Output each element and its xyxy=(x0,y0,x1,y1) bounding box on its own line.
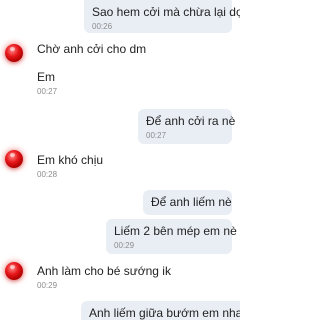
message-incoming[interactable]: Chờ anh cởi cho dm xyxy=(29,37,149,61)
message-text: Anh liếm giữa bướm em nha xyxy=(89,306,240,320)
message-text: Anh làm cho bé sướng ik xyxy=(37,264,171,278)
message-outgoing[interactable]: Liếm 2 bên mép em nè 00:29 xyxy=(106,219,237,254)
contact-avatar[interactable] xyxy=(5,44,23,62)
message-text: Sao hem cởi mà chừa lại dợ xyxy=(92,5,240,19)
message-text: Em khó chịu xyxy=(37,153,104,167)
message-time: 00:29 xyxy=(37,281,58,290)
message-text: Liếm 2 bên mép em nè xyxy=(114,224,237,238)
message-incoming[interactable]: Em khó chịu 00:28 xyxy=(29,148,119,184)
message-text: Em xyxy=(37,70,55,84)
contact-avatar[interactable] xyxy=(5,150,23,168)
message-outgoing[interactable]: Để anh cởi ra nè 00:27 xyxy=(138,109,236,144)
message-outgoing[interactable]: Sao hem cởi mà chừa lại dợ 00:26 xyxy=(84,0,240,33)
message-time: 00:26 xyxy=(92,22,113,31)
message-time: 00:27 xyxy=(146,131,167,140)
message-time: 00:29 xyxy=(114,241,135,250)
message-text: Để anh cởi ra nè xyxy=(146,114,236,128)
contact-avatar[interactable] xyxy=(5,262,23,280)
message-time: 00:28 xyxy=(37,170,58,179)
message-outgoing[interactable]: Anh liếm giữa bướm em nha xyxy=(81,301,240,320)
chat-conversation[interactable]: Sao hem cởi mà chừa lại dợ 00:26 Chờ anh… xyxy=(0,0,240,320)
message-outgoing[interactable]: Để anh liếm nè xyxy=(143,190,232,215)
message-text: Để anh liếm nè xyxy=(151,195,232,209)
message-incoming[interactable]: Anh làm cho bé sướng ik 00:29 xyxy=(29,259,179,295)
message-time: 00:27 xyxy=(37,87,58,96)
message-text: Chờ anh cởi cho dm xyxy=(37,42,147,56)
message-incoming[interactable]: Em 00:27 xyxy=(29,65,89,103)
